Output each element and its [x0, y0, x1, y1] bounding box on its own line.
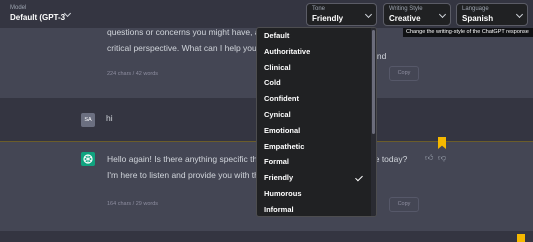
writing-style-select[interactable]: Writing Style Creative: [383, 3, 451, 26]
tone-option-default[interactable]: Default: [257, 28, 376, 44]
copy-button[interactable]: Copy: [389, 197, 419, 212]
tone-option-label: Humorous: [264, 188, 302, 198]
copy-button[interactable]: Copy: [389, 66, 419, 81]
checkmark-icon: [355, 173, 363, 182]
tone-option-confident[interactable]: Confident: [257, 91, 376, 107]
message-text-line: critical perspective. What can I help yo…: [107, 43, 270, 53]
tone-value: Friendly: [312, 14, 344, 23]
tone-option-label: Emotional: [264, 125, 301, 135]
tone-option-formal[interactable]: Formal: [257, 154, 376, 170]
tone-option-emotional[interactable]: Emotional: [257, 123, 376, 139]
thumbs-down-icon[interactable]: 👎︎: [438, 153, 446, 163]
language-value: Spanish: [462, 14, 494, 23]
bookmark-icon[interactable]: [517, 234, 525, 242]
message-text-line: Hello again! Is there anything specific …: [107, 154, 271, 164]
tone-option-label: Cynical: [264, 109, 291, 119]
tone-option-label: Default: [264, 31, 290, 40]
model-select[interactable]: Model Default (GPT-3: [5, 3, 75, 26]
language-label: Language: [462, 6, 489, 12]
tone-option-clinical[interactable]: Clinical: [257, 60, 376, 76]
tone-option-label: Clinical: [264, 62, 291, 72]
model-label: Model: [10, 5, 27, 11]
thumbs-up-icon[interactable]: 👍︎: [425, 153, 433, 163]
tone-select[interactable]: Tone Friendly: [306, 3, 377, 26]
openai-logo-icon: [83, 154, 93, 164]
tone-option-informal[interactable]: Informal: [257, 202, 376, 216]
tone-option-label: Authoritative: [264, 46, 311, 56]
model-value: Default (GPT-3: [10, 13, 66, 22]
tone-option-cynical[interactable]: Cynical: [257, 107, 376, 123]
user-avatar: SA: [81, 113, 95, 127]
language-select[interactable]: Language Spanish: [456, 3, 528, 26]
writing-style-tooltip: Change the writing-style of the ChatGPT …: [403, 28, 533, 37]
tone-dropdown-list: Default Authoritative Clinical Cold Confiden…: [256, 27, 377, 217]
tone-option-humorous[interactable]: Humorous: [257, 186, 376, 202]
tone-option-friendly[interactable]: Friendly: [257, 170, 376, 186]
user-message-text: hi: [106, 113, 113, 123]
tone-option-label: Empathetic: [264, 141, 305, 151]
message-text-line: I'm here to listen and provide you with …: [107, 170, 269, 180]
tone-option-label: Cold: [264, 78, 281, 88]
prompt-settings-bar: Model Default (GPT-3 Tone Friendly Writi…: [0, 0, 533, 28]
tone-label: Tone: [312, 6, 326, 12]
writing-style-value: Creative: [389, 14, 421, 23]
tone-option-empathetic[interactable]: Empathetic: [257, 139, 376, 155]
chatgpt-avatar: [81, 152, 95, 166]
message-stats: 164 chars / 29 words: [107, 201, 159, 207]
composer-area: [0, 231, 533, 242]
tone-option-cold[interactable]: Cold: [257, 75, 376, 91]
message-stats: 224 chars / 42 words: [107, 71, 159, 77]
tone-option-label: Formal: [264, 157, 290, 167]
tone-option-authoritative[interactable]: Authoritative: [257, 44, 376, 60]
tone-option-label: Informal: [264, 204, 294, 214]
tone-option-label: Friendly: [264, 173, 294, 183]
tone-option-label: Confident: [264, 94, 299, 104]
writing-style-label: Writing Style: [389, 6, 423, 12]
